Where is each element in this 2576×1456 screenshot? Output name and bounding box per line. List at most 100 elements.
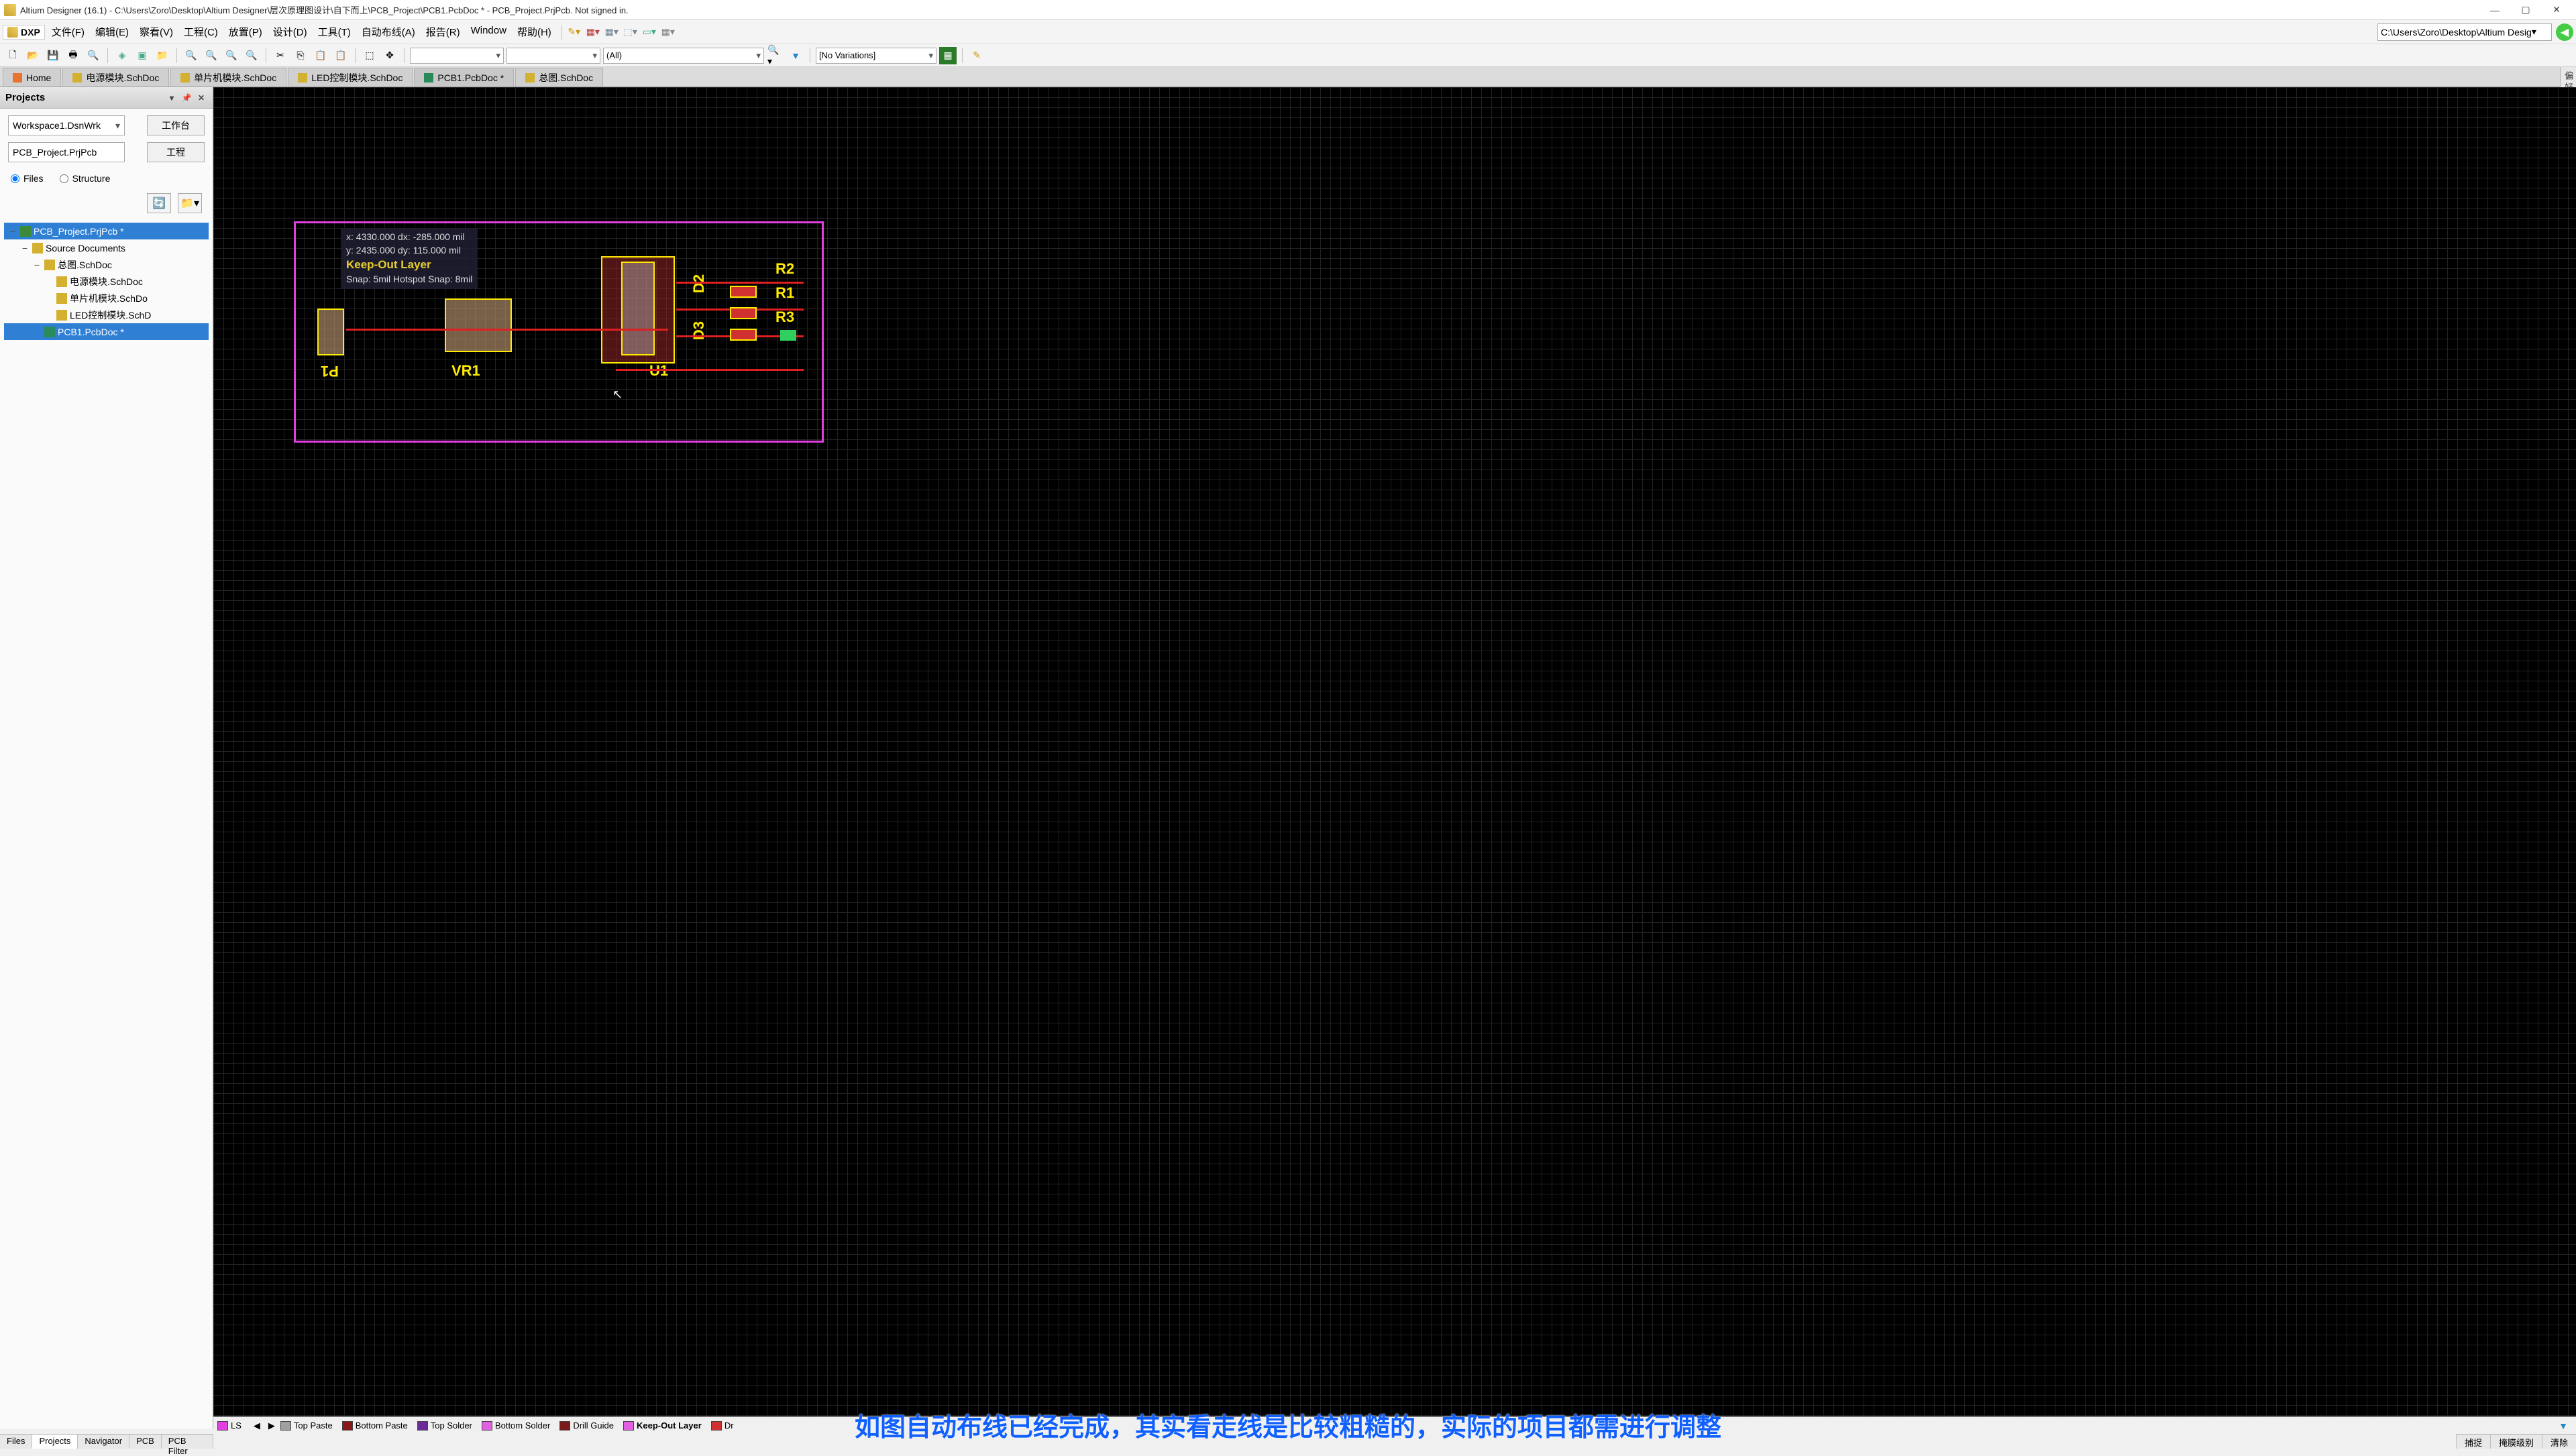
tool-dropdown-1[interactable]: ✎▾	[566, 23, 583, 41]
tree-node[interactable]: −总图.SchDoc	[4, 256, 209, 273]
tree-node[interactable]: −PCB_Project.PrjPcb *	[4, 223, 209, 239]
doc-tab[interactable]: LED控制模块.SchDoc	[288, 68, 413, 87]
panel-pin-icon[interactable]: 📌	[180, 92, 193, 104]
pad-r1[interactable]	[730, 286, 757, 298]
zoom-in-button[interactable]: 🔍	[223, 47, 240, 64]
project-field[interactable]: PCB_Project.PrjPcb	[8, 142, 125, 162]
component-vr1[interactable]	[445, 298, 512, 352]
panel-tab[interactable]: Navigator	[78, 1435, 129, 1449]
find-button[interactable]: 🔍▾	[767, 47, 784, 64]
component-combo[interactable]	[506, 48, 600, 64]
refresh-icon[interactable]: 🔄	[147, 193, 171, 213]
cut-button[interactable]: ✂	[272, 47, 289, 64]
layer-filter-icon[interactable]: ▼	[2555, 1417, 2572, 1435]
xsignals-button[interactable]: ▦	[939, 47, 957, 64]
zoom-out-button[interactable]: 🔍	[243, 47, 260, 64]
nav-back-button[interactable]: ◀	[2556, 23, 2573, 41]
select-button[interactable]: ⬚	[361, 47, 378, 64]
tree-node[interactable]: PCB1.PcbDoc *	[4, 323, 209, 340]
panel-tab[interactable]: PCB Filter	[162, 1435, 213, 1449]
save-button[interactable]: 💾	[44, 47, 62, 64]
open-button[interactable]: 📂	[24, 47, 42, 64]
workspace-button[interactable]: 工作台	[147, 115, 205, 135]
panel-tab[interactable]: Files	[0, 1435, 32, 1449]
doc-tab[interactable]: 电源模块.SchDoc	[62, 68, 169, 87]
net-combo[interactable]	[410, 48, 504, 64]
layers-button[interactable]: ◈	[113, 47, 131, 64]
board-button[interactable]: ▣	[133, 47, 151, 64]
layer-swatch[interactable]	[623, 1421, 634, 1431]
open-project-button[interactable]: 📁	[154, 47, 171, 64]
new-button[interactable]: 🗋	[4, 47, 21, 64]
layer-name[interactable]: Keep-Out Layer	[637, 1420, 702, 1431]
layer-swatch[interactable]	[482, 1421, 492, 1431]
menu-item[interactable]: 文件(F)	[46, 22, 90, 42]
print-button[interactable]: 🖶	[64, 47, 82, 64]
move-button[interactable]: ✥	[381, 47, 398, 64]
variations-combo[interactable]: [No Variations]	[816, 48, 936, 64]
pad-green[interactable]	[780, 330, 796, 341]
dxp-menu[interactable]: DXP	[3, 25, 45, 40]
layer-swatch[interactable]	[342, 1421, 353, 1431]
layer-name[interactable]: Dr	[724, 1420, 734, 1431]
doc-tab[interactable]: Home	[3, 68, 61, 87]
panel-tab[interactable]: PCB	[129, 1435, 162, 1449]
filter-combo[interactable]: (All)	[603, 48, 764, 64]
component-p1[interactable]	[317, 309, 344, 355]
zoom-fit-button[interactable]: 🔍	[203, 47, 220, 64]
layer-swatch[interactable]	[711, 1421, 722, 1431]
tree-node[interactable]: 电源模块.SchDoc	[4, 273, 209, 290]
workspace-dropdown[interactable]: Workspace1.DsnWrk	[8, 115, 125, 135]
tool-dropdown-6[interactable]: ▦▾	[659, 23, 677, 41]
doc-tab[interactable]: PCB1.PcbDoc *	[414, 68, 514, 87]
tool-dropdown-5[interactable]: ▭▾	[641, 23, 658, 41]
current-layer-swatch[interactable]	[217, 1421, 228, 1431]
panel-tab[interactable]: Projects	[32, 1435, 78, 1449]
files-radio[interactable]: Files	[11, 173, 44, 184]
pcb-canvas[interactable]: x: 4330.000 dx: -285.000 mil y: 2435.000…	[213, 87, 2576, 1429]
tool-dropdown-4[interactable]: ⬚▾	[622, 23, 639, 41]
menu-item[interactable]: 自动布线(A)	[356, 22, 421, 42]
layer-name[interactable]: Bottom Solder	[495, 1420, 550, 1431]
menu-item[interactable]: 工程(C)	[178, 22, 223, 42]
tool-dropdown-3[interactable]: ▦▾	[603, 23, 621, 41]
copy-button[interactable]: ⎘	[292, 47, 309, 64]
panel-close-icon[interactable]: ✕	[195, 92, 207, 104]
layer-name[interactable]: Drill Guide	[573, 1420, 614, 1431]
paste-special-button[interactable]: 📋	[332, 47, 350, 64]
status-tab[interactable]: 清除	[2542, 1435, 2576, 1449]
tree-node[interactable]: −Source Documents	[4, 239, 209, 256]
status-tab[interactable]: 捕捉	[2456, 1435, 2490, 1449]
layer-swatch[interactable]	[417, 1421, 428, 1431]
menu-item[interactable]: 察看(V)	[134, 22, 178, 42]
layer-swatch[interactable]	[559, 1421, 570, 1431]
path-field[interactable]: C:\Users\Zoro\Desktop\Altium Desig ▾	[2377, 23, 2552, 41]
menu-item[interactable]: 设计(D)	[268, 22, 313, 42]
altium-button[interactable]: ✎	[968, 47, 985, 64]
preview-button[interactable]: 🔍	[85, 47, 102, 64]
layer-name[interactable]: Top Paste	[294, 1420, 333, 1431]
paste-button[interactable]: 📋	[312, 47, 329, 64]
project-tree[interactable]: −PCB_Project.PrjPcb *−Source Documents−总…	[0, 219, 213, 344]
layer-swatch[interactable]	[280, 1421, 291, 1431]
maximize-button[interactable]: ▢	[2510, 1, 2541, 19]
menu-item[interactable]: 报告(R)	[421, 22, 466, 42]
structure-radio[interactable]: Structure	[60, 173, 111, 184]
menu-item[interactable]: 编辑(E)	[90, 22, 134, 42]
menu-item[interactable]: 帮助(H)	[512, 22, 557, 42]
layer-name[interactable]: Bottom Paste	[356, 1420, 408, 1431]
doc-tab[interactable]: 总图.SchDoc	[515, 68, 603, 87]
tree-node[interactable]: 单片机模块.SchDo	[4, 290, 209, 306]
status-tab[interactable]: 掩膜级别	[2490, 1435, 2542, 1449]
filter-button[interactable]: ▼	[787, 47, 804, 64]
doc-tab[interactable]: 单片机模块.SchDoc	[170, 68, 286, 87]
layer-set-label[interactable]: LS	[231, 1420, 241, 1431]
menu-item[interactable]: Window	[466, 22, 512, 42]
close-button[interactable]: ✕	[2541, 1, 2572, 19]
layer-next-icon[interactable]: ▶	[266, 1420, 278, 1431]
zoom-area-button[interactable]: 🔍	[182, 47, 200, 64]
panel-dropdown-icon[interactable]: ▾	[166, 92, 178, 104]
minimize-button[interactable]: —	[2479, 1, 2510, 19]
pad-r3[interactable]	[730, 329, 757, 341]
project-button[interactable]: 工程	[147, 142, 205, 162]
